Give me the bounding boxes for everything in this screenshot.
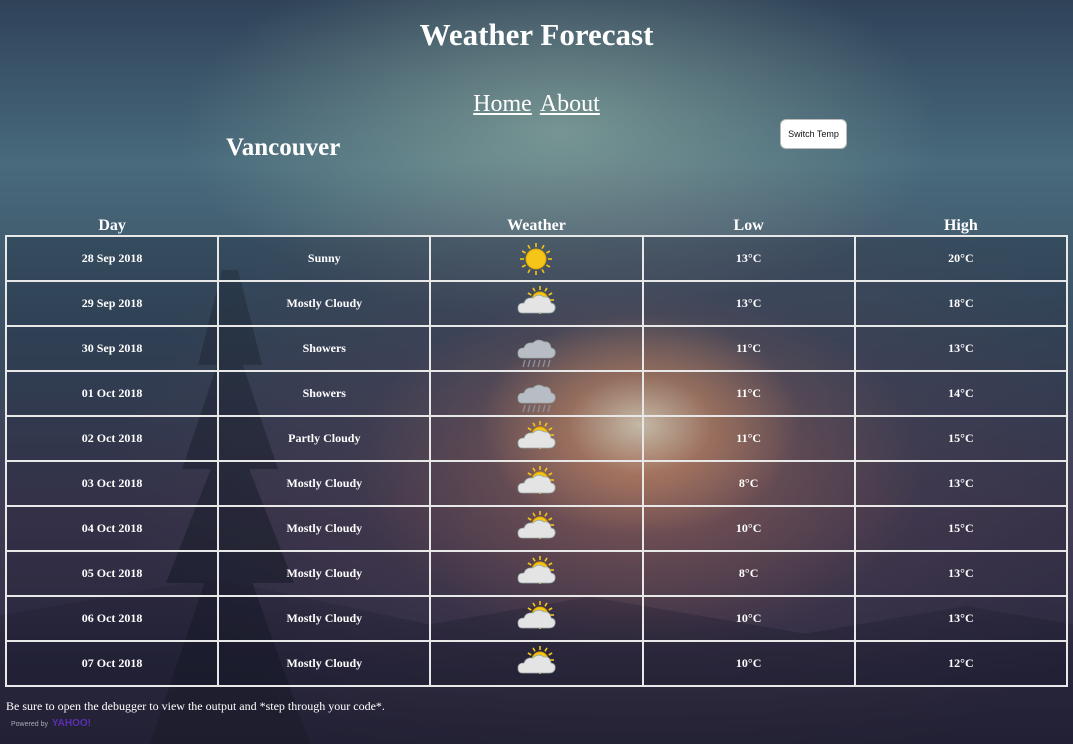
forecast-row: 03 Oct 2018 Mostly Cloudy 8°C 13°C — [4, 460, 1069, 507]
forecast-row: 29 Sep 2018 Mostly Cloudy 13°C 18°C — [4, 280, 1069, 327]
low-temp-cell: 10°C — [641, 640, 856, 687]
header-high: High — [943, 217, 978, 234]
nav-links: Home About — [0, 91, 1073, 118]
high-temp-cell: 15°C — [853, 505, 1069, 552]
weather-icon-cell — [429, 460, 644, 507]
header-weather: Weather — [507, 217, 566, 234]
forecast-row: 02 Oct 2018 Partly Cloudy 11°C 15°C — [4, 415, 1069, 462]
day-cell: 04 Oct 2018 — [4, 505, 220, 552]
high-temp-cell: 20°C — [853, 235, 1069, 282]
weather-icon-cell — [429, 280, 644, 327]
forecast-row: 28 Sep 2018 Sunny 13°C 20°C — [4, 235, 1069, 282]
forecast-row: 07 Oct 2018 Mostly Cloudy 10°C 12°C — [4, 640, 1069, 687]
condition-cell: Mostly Cloudy — [217, 595, 432, 642]
forecast-table: Day Weather Low High 28 Sep 2018 Sunny 13°… — [4, 215, 1069, 687]
weather-icon-cell — [429, 415, 644, 462]
condition-cell: Mostly Cloudy — [217, 640, 432, 687]
day-cell: 29 Sep 2018 — [4, 280, 220, 327]
condition-cell: Mostly Cloudy — [217, 280, 432, 327]
city-name: Vancouver — [226, 134, 341, 161]
showers-icon — [431, 373, 641, 415]
day-cell: 02 Oct 2018 — [4, 415, 220, 462]
weather-icon-cell — [429, 640, 644, 687]
nav-about-link[interactable]: About — [540, 91, 600, 117]
powered-by[interactable]: Powered by YAHOO! — [11, 718, 91, 729]
low-temp-cell: 13°C — [641, 235, 856, 282]
low-temp-cell: 13°C — [641, 280, 856, 327]
high-temp-cell: 13°C — [853, 550, 1069, 597]
condition-cell: Showers — [217, 370, 432, 417]
low-temp-cell: 11°C — [641, 370, 856, 417]
mostly-cloudy-icon — [431, 553, 641, 595]
mostly-cloudy-icon — [431, 643, 641, 685]
weather-icon-cell — [429, 550, 644, 597]
day-cell: 03 Oct 2018 — [4, 460, 220, 507]
day-cell: 06 Oct 2018 — [4, 595, 220, 642]
yahoo-logo[interactable]: YAHOO! — [52, 718, 91, 729]
mostly-cloudy-icon — [431, 463, 641, 505]
condition-cell: Showers — [217, 325, 432, 372]
day-cell: 01 Oct 2018 — [4, 370, 220, 417]
condition-cell: Mostly Cloudy — [217, 505, 432, 552]
header-low: Low — [733, 217, 764, 234]
high-temp-cell: 12°C — [853, 640, 1069, 687]
weather-icon-cell — [429, 235, 644, 282]
nav-home-link[interactable]: Home — [473, 91, 532, 117]
forecast-row: 05 Oct 2018 Mostly Cloudy 8°C 13°C — [4, 550, 1069, 597]
forecast-row: 06 Oct 2018 Mostly Cloudy 10°C 13°C — [4, 595, 1069, 642]
condition-cell: Mostly Cloudy — [217, 550, 432, 597]
low-temp-cell: 10°C — [641, 505, 856, 552]
high-temp-cell: 13°C — [853, 595, 1069, 642]
debugger-note: Be sure to open the debugger to view the… — [6, 699, 385, 713]
weather-icon-cell — [429, 505, 644, 552]
page-title: Weather Forecast — [419, 17, 654, 52]
condition-cell: Partly Cloudy — [217, 415, 432, 462]
low-temp-cell: 11°C — [641, 415, 856, 462]
weather-icon-cell — [429, 370, 644, 417]
high-temp-cell: 13°C — [853, 325, 1069, 372]
mostly-cloudy-icon — [431, 283, 641, 325]
switch-temp-button[interactable]: Switch Temp — [780, 119, 847, 149]
high-temp-cell: 13°C — [853, 460, 1069, 507]
low-temp-cell: 8°C — [641, 550, 856, 597]
low-temp-cell: 11°C — [641, 325, 856, 372]
sunny-icon — [431, 238, 641, 280]
forecast-row: 04 Oct 2018 Mostly Cloudy 10°C 15°C — [4, 505, 1069, 552]
high-temp-cell: 14°C — [853, 370, 1069, 417]
low-temp-cell: 8°C — [641, 460, 856, 507]
mostly-cloudy-icon — [431, 598, 641, 640]
day-cell: 05 Oct 2018 — [4, 550, 220, 597]
forecast-header-row: Day Weather Low High — [6, 215, 1067, 236]
condition-cell: Mostly Cloudy — [217, 460, 432, 507]
day-cell: 28 Sep 2018 — [4, 235, 220, 282]
header-condition — [218, 215, 430, 236]
weather-icon-cell — [429, 325, 644, 372]
powered-by-label: Powered by — [11, 721, 48, 728]
forecast-row: 01 Oct 2018 Showers 11°C 14°C — [4, 370, 1069, 417]
weather-icon-cell — [429, 595, 644, 642]
mostly-cloudy-icon — [431, 508, 641, 550]
low-temp-cell: 10°C — [641, 595, 856, 642]
forecast-body: 28 Sep 2018 Sunny 13°C 20°C 29 Sep 2018 Mostl… — [4, 235, 1069, 687]
high-temp-cell: 15°C — [853, 415, 1069, 462]
header-day: Day — [98, 217, 126, 234]
high-temp-cell: 18°C — [853, 280, 1069, 327]
day-cell: 30 Sep 2018 — [4, 325, 220, 372]
day-cell: 07 Oct 2018 — [4, 640, 220, 687]
forecast-row: 30 Sep 2018 Showers 11°C 13°C — [4, 325, 1069, 372]
partly-cloudy-icon — [431, 418, 641, 460]
condition-cell: Sunny — [217, 235, 432, 282]
showers-icon — [431, 328, 641, 370]
